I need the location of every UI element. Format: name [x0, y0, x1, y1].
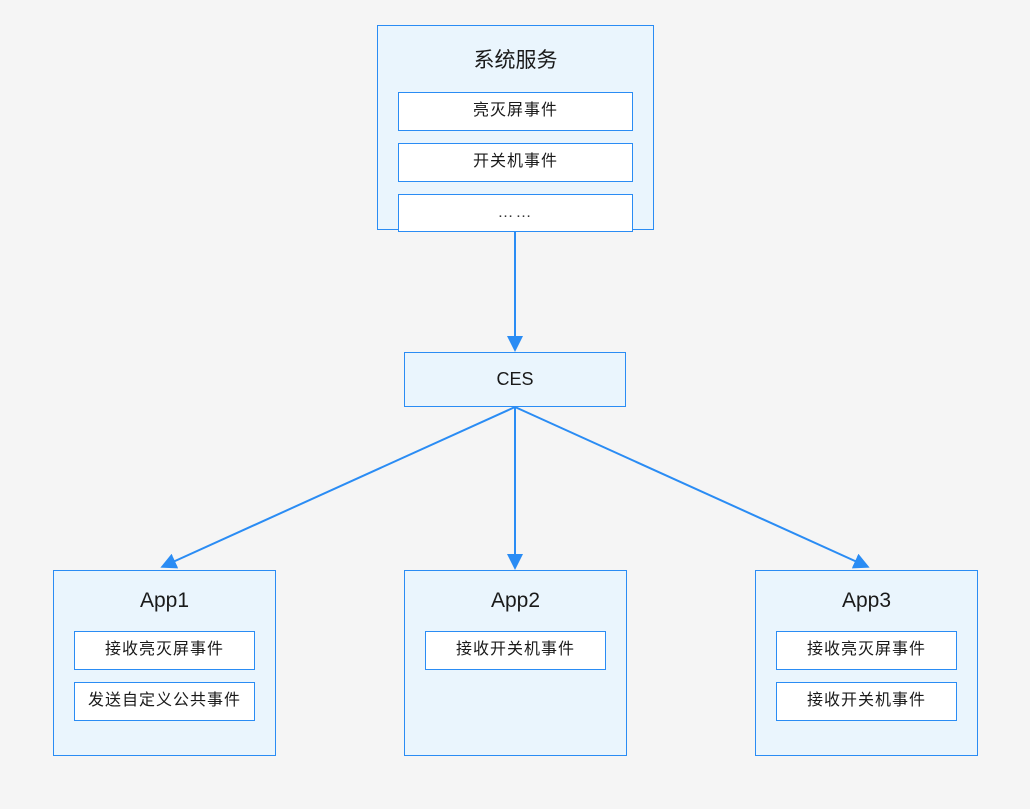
- app3-item: 接收开关机事件: [776, 682, 957, 721]
- app3-box: App3 接收亮灭屏事件 接收开关机事件: [755, 570, 978, 756]
- system-event-item: 亮灭屏事件: [398, 92, 633, 131]
- system-event-item: 开关机事件: [398, 143, 633, 182]
- system-event-item: ……: [398, 194, 633, 233]
- app2-box: App2 接收开关机事件: [404, 570, 627, 756]
- ces-box: CES: [404, 352, 626, 407]
- app1-title: App1: [54, 589, 275, 613]
- app1-item: 接收亮灭屏事件: [74, 631, 255, 670]
- app2-item: 接收开关机事件: [425, 631, 606, 670]
- diagram-container: 系统服务 亮灭屏事件 开关机事件 …… CES App1 接收亮灭屏事件 发送自…: [0, 0, 1030, 809]
- app3-item: 接收亮灭屏事件: [776, 631, 957, 670]
- system-service-box: 系统服务 亮灭屏事件 开关机事件 ……: [377, 25, 654, 230]
- app2-title: App2: [405, 589, 626, 613]
- app3-title: App3: [756, 589, 977, 613]
- app1-box: App1 接收亮灭屏事件 发送自定义公共事件: [53, 570, 276, 756]
- system-service-title: 系统服务: [378, 44, 653, 74]
- ces-label: CES: [496, 369, 533, 389]
- app1-item: 发送自定义公共事件: [74, 682, 255, 721]
